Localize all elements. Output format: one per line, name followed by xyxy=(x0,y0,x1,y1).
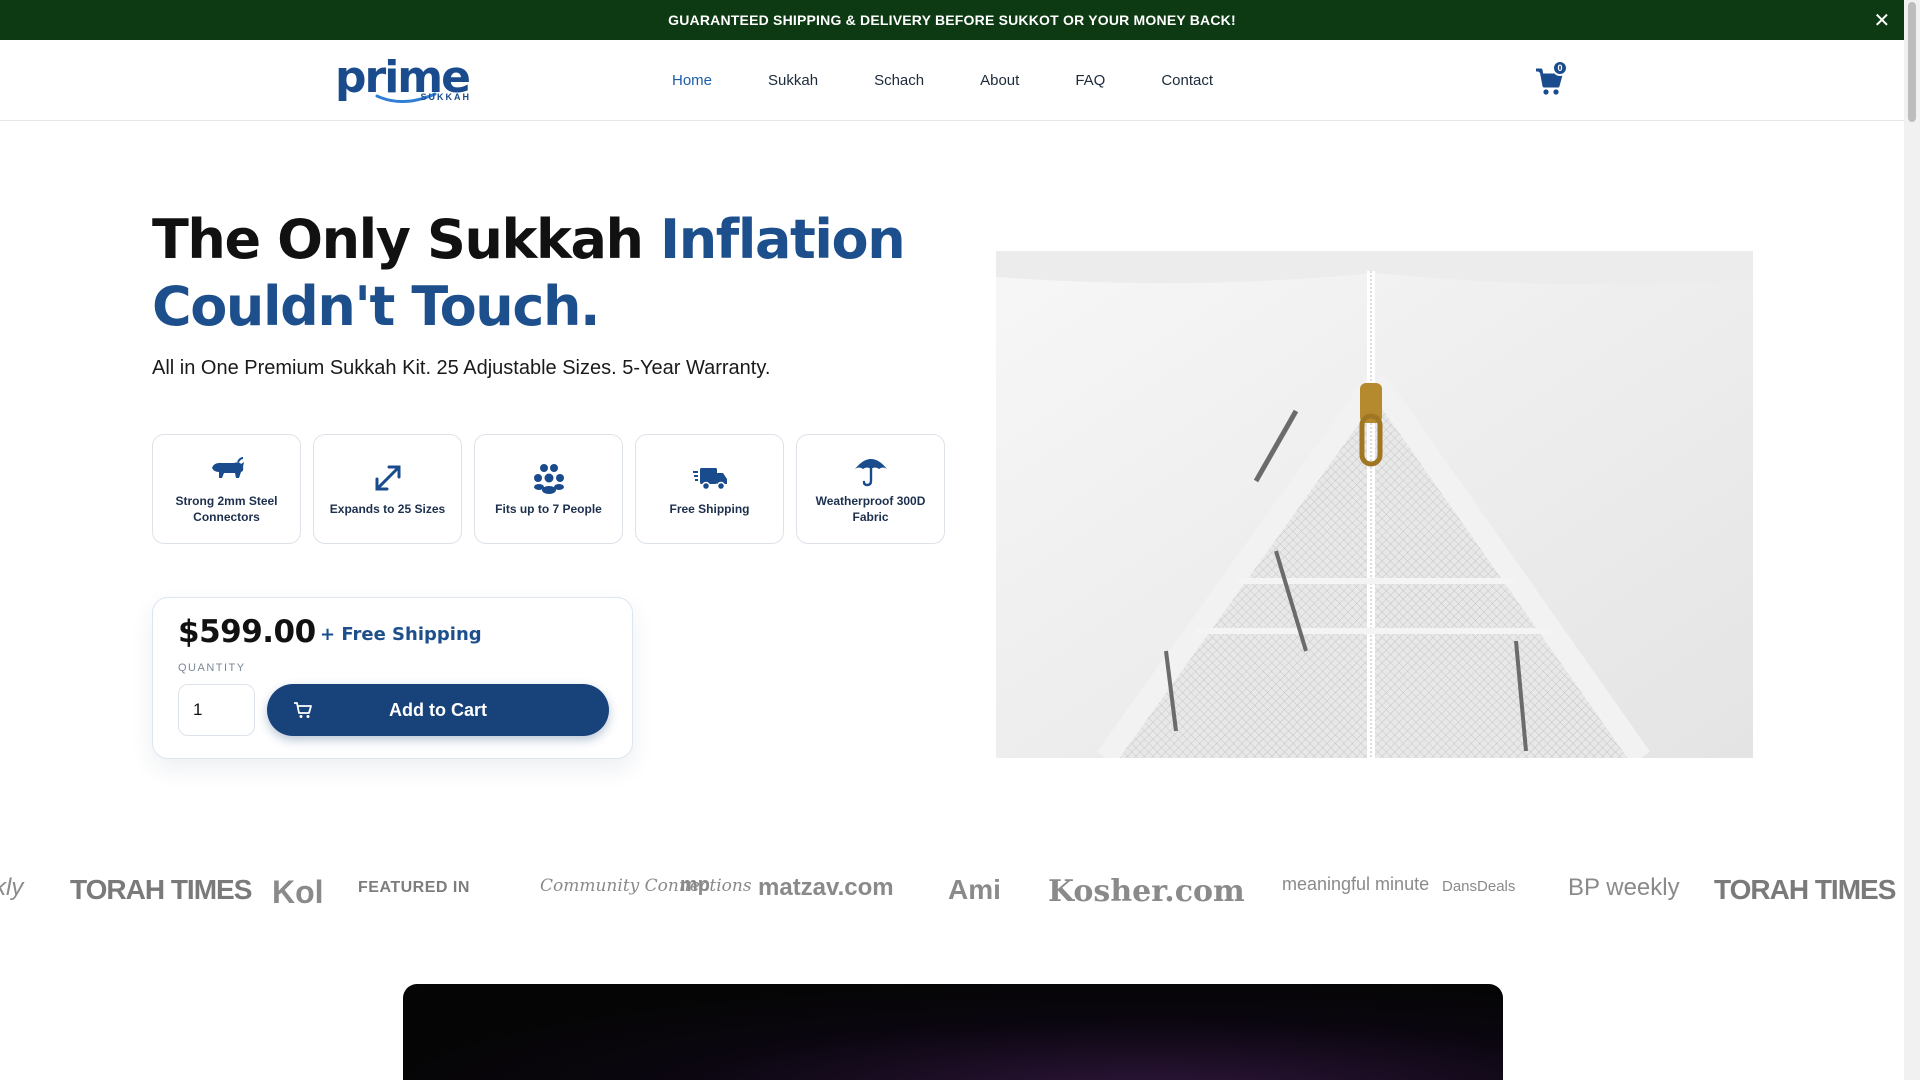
main-nav: Home Sukkah Schach About FAQ Contact xyxy=(672,40,1269,120)
nav-home[interactable]: Home xyxy=(672,72,712,89)
press-logo: TORAH TIMES xyxy=(1714,874,1896,905)
nav-sukkah[interactable]: Sukkah xyxy=(768,72,818,89)
feature-label: Free Shipping xyxy=(669,502,750,516)
feature-card-sizes: Expands to 25 Sizes xyxy=(313,434,462,544)
quantity-input[interactable] xyxy=(178,684,255,736)
bull-icon xyxy=(207,453,247,487)
press-logo: mp xyxy=(680,874,710,896)
price: $599.00 xyxy=(178,614,316,650)
people-group-icon xyxy=(529,461,569,495)
page-scrollbar[interactable] xyxy=(1904,0,1920,1080)
featured-logo-strip: kly TORAH TIMES Kol Community Connection… xyxy=(0,862,1904,912)
nav-about[interactable]: About xyxy=(980,72,1019,89)
press-logo: TORAH TIMES xyxy=(70,874,252,905)
hero-title-part1: The Only Sukkah xyxy=(152,208,661,271)
feature-label: Fits up to 7 People xyxy=(495,502,602,516)
press-logo: matzav.com xyxy=(758,874,894,901)
quantity-label: QUANTITY xyxy=(178,662,246,674)
nav-faq[interactable]: FAQ xyxy=(1075,72,1105,89)
close-icon[interactable]: ✕ xyxy=(1870,8,1894,32)
press-logo: BP weekly xyxy=(1568,874,1680,901)
press-logo: kly xyxy=(0,874,24,901)
feature-label: Strong 2mm Steel Connectors xyxy=(175,494,278,524)
feature-card-shipping: Free Shipping xyxy=(635,434,784,544)
umbrella-icon xyxy=(851,453,891,487)
scrollbar-thumb[interactable] xyxy=(1908,2,1916,122)
press-logo: Ami xyxy=(948,874,1001,905)
expand-arrows-icon xyxy=(368,461,408,495)
press-logo: DansDeals xyxy=(1442,878,1516,895)
hero-title: The Only Sukkah Inflation Couldn't Touch… xyxy=(152,206,912,340)
video-player[interactable] xyxy=(403,984,1503,1080)
press-logo: Community Connections xyxy=(540,876,752,896)
featured-in-label: FEATURED IN xyxy=(352,877,476,899)
cart-button[interactable]: 0 xyxy=(1534,60,1568,96)
sukkah-zipper-photo xyxy=(996,251,1753,758)
press-logo: Kol xyxy=(272,874,324,910)
feature-card-people: Fits up to 7 People xyxy=(474,434,623,544)
announcement-bar: GUARANTEED SHIPPING & DELIVERY BEFORE SU… xyxy=(0,0,1904,40)
feature-list: Strong 2mm Steel Connectors Expands to 2… xyxy=(152,434,945,544)
buy-box: $599.00 + Free Shipping QUANTITY Add to … xyxy=(152,597,633,759)
cart-icon xyxy=(294,702,312,718)
nav-contact[interactable]: Contact xyxy=(1161,72,1213,89)
feature-card-steel: Strong 2mm Steel Connectors xyxy=(152,434,301,544)
announcement-text: GUARANTEED SHIPPING & DELIVERY BEFORE SU… xyxy=(668,12,1236,28)
feature-card-weatherproof: Weatherproof 300D Fabric xyxy=(796,434,945,544)
product-image xyxy=(996,251,1753,758)
add-to-cart-label: Add to Cart xyxy=(389,699,487,720)
delivery-truck-icon xyxy=(690,461,730,495)
cart-count-badge: 0 xyxy=(1552,60,1568,76)
add-to-cart-button[interactable]: Add to Cart xyxy=(267,684,609,736)
feature-label: Weatherproof 300D Fabric xyxy=(815,494,926,524)
press-logo: Kosher.com xyxy=(1048,874,1245,909)
hero-subtitle: All in One Premium Sukkah Kit. 25 Adjust… xyxy=(152,357,771,379)
page: GUARANTEED SHIPPING & DELIVERY BEFORE SU… xyxy=(0,0,1920,1080)
press-logo: meaningful minute xyxy=(1282,874,1430,894)
nav-schach[interactable]: Schach xyxy=(874,72,924,89)
logo-sub: SUKKAH xyxy=(420,92,471,102)
free-shipping-label: + Free Shipping xyxy=(320,624,482,645)
site-header: prime SUKKAH Home Sukkah Schach About FA… xyxy=(0,40,1904,121)
feature-label: Expands to 25 Sizes xyxy=(329,502,446,516)
prime-sukkah-logo[interactable]: prime SUKKAH xyxy=(335,56,475,104)
